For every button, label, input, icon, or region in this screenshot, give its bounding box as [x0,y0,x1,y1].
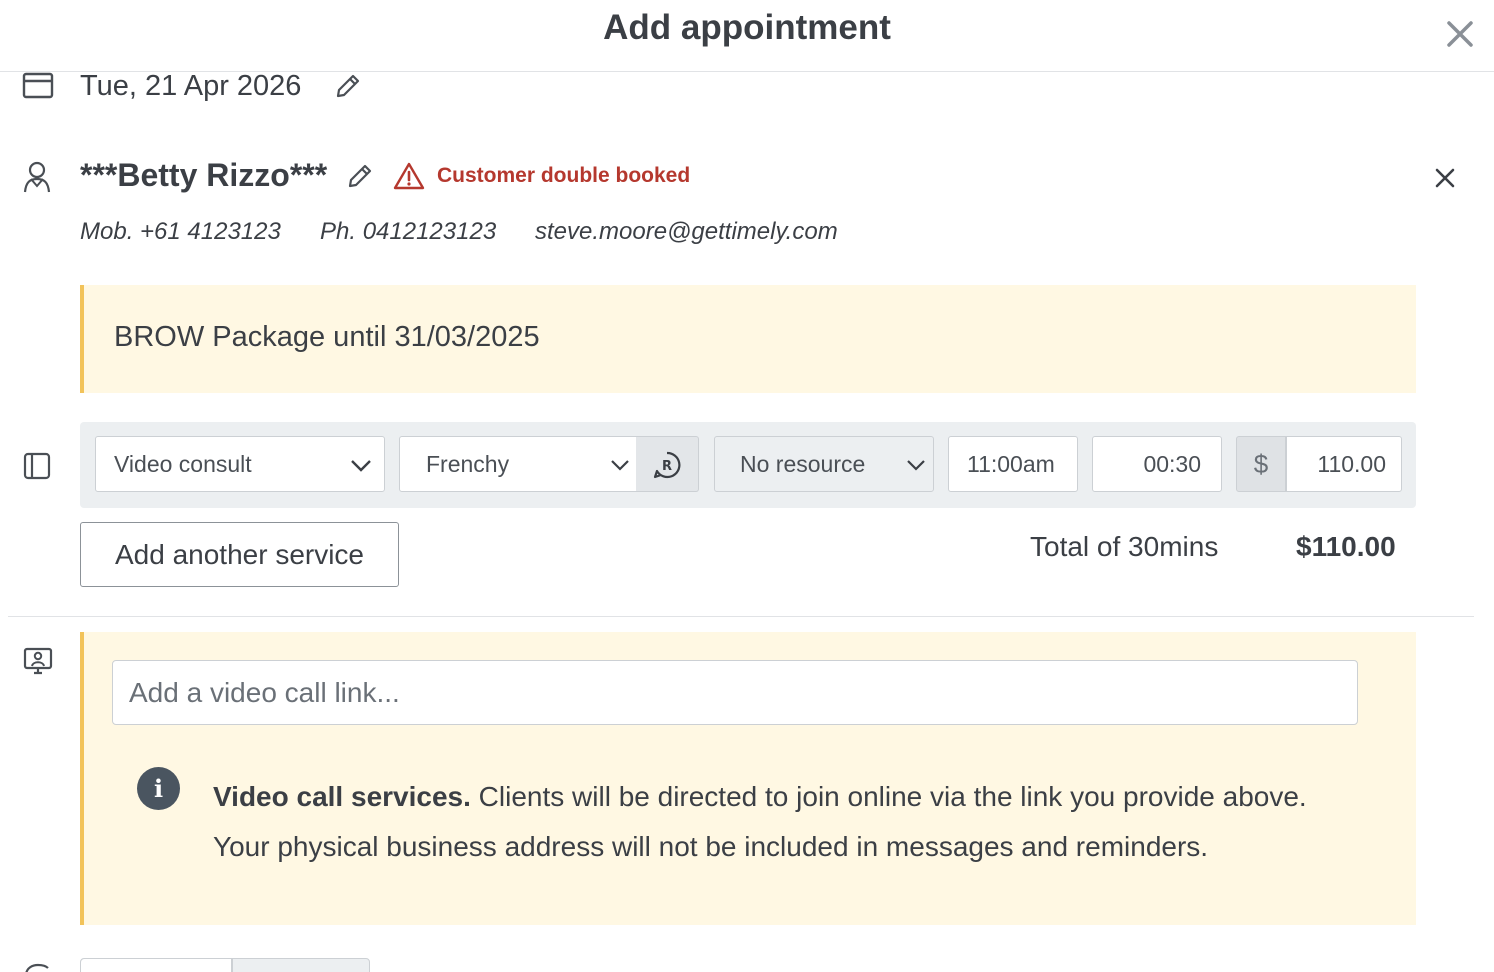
svg-text:R: R [662,459,672,474]
service-select-value: Video consult [114,451,252,477]
customer-mobile: Mob. +61 4123123 [80,218,281,245]
price-input[interactable]: 110.00 [1286,436,1402,492]
bottom-tab-group [80,958,370,972]
service-row: Video consult Frenchy R No resource 11:0… [80,422,1416,508]
video-call-link-input[interactable] [112,660,1358,725]
notes-icon [25,963,49,972]
chevron-down-icon [907,460,925,471]
calendar-icon [22,72,54,99]
remove-customer-close-icon[interactable] [1434,167,1456,189]
resource-select-value: No resource [740,451,866,477]
customer-phone: Ph. 0412123123 [320,218,497,245]
add-another-service-button[interactable]: Add another service [80,522,399,587]
duration-value: 00:30 [1143,451,1201,477]
staff-select[interactable]: Frenchy [399,436,637,492]
total-duration-label: Total of 30mins [1030,531,1219,562]
package-note-text: BROW Package until 31/03/2025 [114,321,540,353]
video-call-icon [23,647,53,675]
video-call-panel: i Video call services. Clients will be d… [80,632,1416,925]
close-icon[interactable] [1444,18,1476,50]
modal-title: Add appointment [603,8,891,47]
edit-customer-pencil-icon[interactable] [346,162,374,190]
warning-triangle-icon [393,162,425,190]
video-call-info-title: Video call services. [213,781,471,812]
chevron-down-icon [351,460,371,472]
modal-header: Add appointment [0,0,1494,72]
price-value: 110.00 [1317,451,1386,477]
edit-date-pencil-icon[interactable] [334,72,362,100]
package-note: BROW Package until 31/03/2025 [80,285,1416,393]
start-time-input[interactable]: 11:00am [948,436,1078,492]
service-panel-icon [23,452,51,480]
info-icon: i [137,767,180,810]
customer-name[interactable]: ***Betty Rizzo*** [80,157,327,194]
bottom-tab-active[interactable] [81,959,233,972]
request-staff-button[interactable]: R [636,436,699,492]
request-staff-icon: R [653,451,681,479]
customer-email: steve.moore@gettimely.com [535,218,838,245]
double-booked-warning: Customer double booked [437,164,691,187]
video-call-info: Video call services. Clients will be dir… [213,772,1333,872]
section-divider [8,616,1474,617]
appointment-date[interactable]: Tue, 21 Apr 2026 [80,70,301,103]
currency-symbol: $ [1236,436,1286,492]
resource-select[interactable]: No resource [714,436,934,492]
total-amount: $110.00 [1296,531,1396,562]
staff-select-value: Frenchy [426,451,510,477]
duration-input[interactable]: 00:30 [1092,436,1222,492]
service-select[interactable]: Video consult [95,436,385,492]
customer-icon [23,161,51,193]
start-time-value: 11:00am [967,451,1055,477]
chevron-down-icon [611,460,629,471]
